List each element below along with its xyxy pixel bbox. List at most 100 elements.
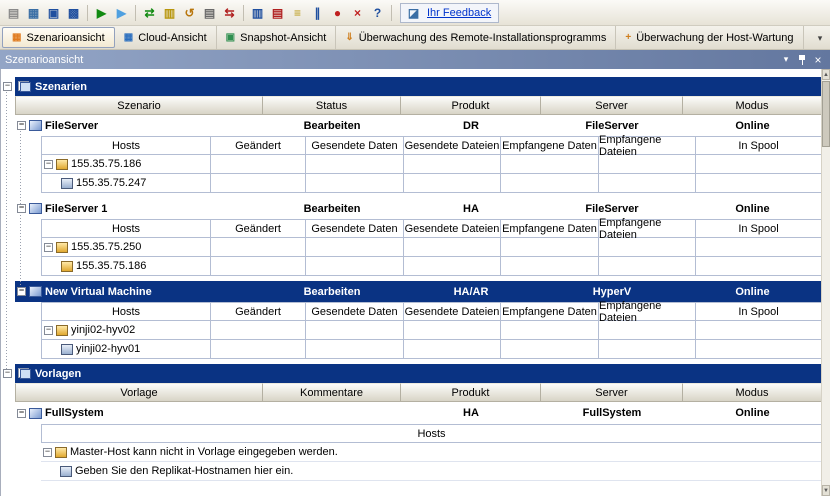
- properties-icon[interactable]: ▤: [200, 3, 219, 22]
- collapse-icon[interactable]: [3, 369, 12, 378]
- host-column-header[interactable]: Gesendete Dateien: [404, 302, 501, 321]
- host-column-header[interactable]: Gesendete Dateien: [404, 219, 501, 238]
- host-column-header[interactable]: Empfangene Dateien: [599, 136, 696, 155]
- column-header[interactable]: Modus: [683, 96, 821, 115]
- column-header[interactable]: Status: [263, 96, 401, 115]
- column-header[interactable]: Server: [541, 383, 683, 402]
- host-cell: [501, 321, 599, 340]
- pin-icon[interactable]: [795, 53, 809, 67]
- templates-group-label: Vorlagen: [35, 368, 81, 380]
- host-column-header[interactable]: Empfangene Daten: [501, 136, 599, 155]
- delete-icon[interactable]: ×: [348, 3, 367, 22]
- host-column-header[interactable]: Geändert: [211, 302, 306, 321]
- host-column-header[interactable]: In Spool: [696, 302, 821, 321]
- scenario-product: DR: [401, 115, 541, 136]
- host-column-header[interactable]: In Spool: [696, 219, 821, 238]
- stop-icon[interactable]: ●: [328, 3, 347, 22]
- collapse-icon[interactable]: [17, 204, 26, 213]
- host-column-header[interactable]: Hosts: [41, 219, 211, 238]
- help-icon[interactable]: ?: [368, 3, 387, 22]
- report-center-icon[interactable]: ▤: [268, 3, 287, 22]
- scenario-name: New Virtual Machine: [45, 286, 152, 298]
- host-cell: [599, 238, 696, 257]
- column-header[interactable]: Server: [541, 96, 683, 115]
- save-all-icon[interactable]: ▩: [64, 3, 83, 22]
- event-log-icon[interactable]: ≡: [288, 3, 307, 22]
- collapse-icon[interactable]: [44, 160, 53, 169]
- scenario-row[interactable]: FileServer 1 Bearbeiten HA FileServer On…: [15, 198, 821, 219]
- host-column-header[interactable]: Gesendete Daten: [306, 219, 404, 238]
- collapse-icon[interactable]: [17, 287, 26, 296]
- scroll-down-icon[interactable]: [822, 485, 830, 496]
- switchover-icon[interactable]: ⇆: [220, 3, 239, 22]
- scrollbar-thumb[interactable]: [822, 81, 830, 147]
- host-column-header[interactable]: Empfangene Daten: [501, 219, 599, 238]
- feedback-link[interactable]: Ihr Feedback: [427, 7, 491, 19]
- synchronize-icon[interactable]: ⇄: [140, 3, 159, 22]
- close-icon[interactable]: [811, 53, 825, 67]
- scenario-row-selected[interactable]: New Virtual Machine Bearbeiten HA/AR Hyp…: [15, 281, 821, 302]
- toolbar-overflow-icon[interactable]: [814, 31, 826, 45]
- host-cell: [211, 257, 306, 276]
- host-row[interactable]: 155.35.75.247: [41, 174, 821, 193]
- column-header[interactable]: Kommentare: [263, 383, 401, 402]
- scenario-mode: Online: [683, 281, 821, 302]
- collapse-icon[interactable]: [44, 243, 53, 252]
- host-column-header[interactable]: Empfangene Dateien: [599, 219, 696, 238]
- host-row[interactable]: yinji02-hyv01: [41, 340, 821, 359]
- host-cell: [501, 340, 599, 359]
- tab-host-maintenance-monitor[interactable]: + Überwachung der Host-Wartung: [616, 26, 803, 49]
- templates-group-bar[interactable]: Vorlagen: [15, 364, 821, 383]
- vertical-scrollbar[interactable]: [821, 69, 830, 496]
- tab-cloud-ansicht[interactable]: ▦ Cloud-Ansicht: [115, 26, 217, 49]
- template-replica-row[interactable]: Geben Sie den Replikat-Hostnamen hier ei…: [41, 462, 821, 481]
- column-header[interactable]: Szenario: [15, 96, 263, 115]
- host-column-header[interactable]: In Spool: [696, 136, 821, 155]
- tab-szenarioansicht[interactable]: ▦ Szenarioansicht: [2, 27, 115, 48]
- host-row[interactable]: 155.35.75.186: [41, 257, 821, 276]
- feedback-icon[interactable]: ◪: [404, 3, 423, 22]
- collapse-icon[interactable]: [17, 409, 26, 418]
- collapse-icon[interactable]: [43, 448, 52, 457]
- host-column-header[interactable]: Gesendete Daten: [306, 302, 404, 321]
- host-column-header[interactable]: Hosts: [41, 302, 211, 321]
- host-row[interactable]: 155.35.75.186: [41, 155, 821, 174]
- column-header[interactable]: Modus: [683, 383, 821, 402]
- host-column-header[interactable]: Geändert: [211, 219, 306, 238]
- collapse-icon[interactable]: [44, 326, 53, 335]
- tab-remote-installer-monitor[interactable]: ⇓ Überwachung des Remote-Installationspr…: [336, 26, 616, 49]
- restore-data-icon[interactable]: ↺: [180, 3, 199, 22]
- save-icon[interactable]: ▣: [44, 3, 63, 22]
- statistics-icon[interactable]: ▥: [248, 3, 267, 22]
- run-icon[interactable]: ▶: [92, 3, 111, 22]
- host-column-header[interactable]: Geändert: [211, 136, 306, 155]
- host-column-header[interactable]: Hosts: [41, 136, 211, 155]
- host-cell: [599, 155, 696, 174]
- column-header[interactable]: Vorlage: [15, 383, 263, 402]
- host-row[interactable]: yinji02-hyv02: [41, 321, 821, 340]
- run-assessment-icon[interactable]: ▶: [112, 3, 131, 22]
- tab-snapshot-ansicht[interactable]: ▣ Snapshot-Ansicht: [217, 26, 337, 49]
- suspend-icon[interactable]: ∥: [308, 3, 327, 22]
- scenarios-group-bar[interactable]: Szenarien: [15, 77, 821, 96]
- host-column-header[interactable]: Empfangene Daten: [501, 302, 599, 321]
- host-row[interactable]: 155.35.75.250: [41, 238, 821, 257]
- collapse-icon[interactable]: [3, 82, 12, 91]
- column-header[interactable]: Produkt: [401, 383, 541, 402]
- template-master-row[interactable]: Master-Host kann nicht in Vorlage eingeg…: [41, 443, 821, 462]
- new-scenario-icon[interactable]: ▤: [4, 3, 23, 22]
- new-group-icon[interactable]: ▦: [24, 3, 43, 22]
- scroll-up-icon[interactable]: [822, 69, 830, 80]
- host-column-header[interactable]: Gesendete Daten: [306, 136, 404, 155]
- collapse-icon[interactable]: [17, 121, 26, 130]
- host-column-header[interactable]: Empfangene Dateien: [599, 302, 696, 321]
- toolbar-separator: [391, 5, 392, 21]
- difference-report-icon[interactable]: ▥: [160, 3, 179, 22]
- column-header[interactable]: Produkt: [401, 96, 541, 115]
- host-column-header[interactable]: Gesendete Dateien: [404, 136, 501, 155]
- scenario-row[interactable]: FileServer Bearbeiten DR FileServer Onli…: [15, 115, 821, 136]
- panel-titlebar: Szenarioansicht: [0, 50, 830, 69]
- panel-menu-icon[interactable]: [779, 53, 793, 67]
- template-row[interactable]: FullSystem HA FullSystem Online: [15, 402, 821, 424]
- host-cell: [211, 174, 306, 193]
